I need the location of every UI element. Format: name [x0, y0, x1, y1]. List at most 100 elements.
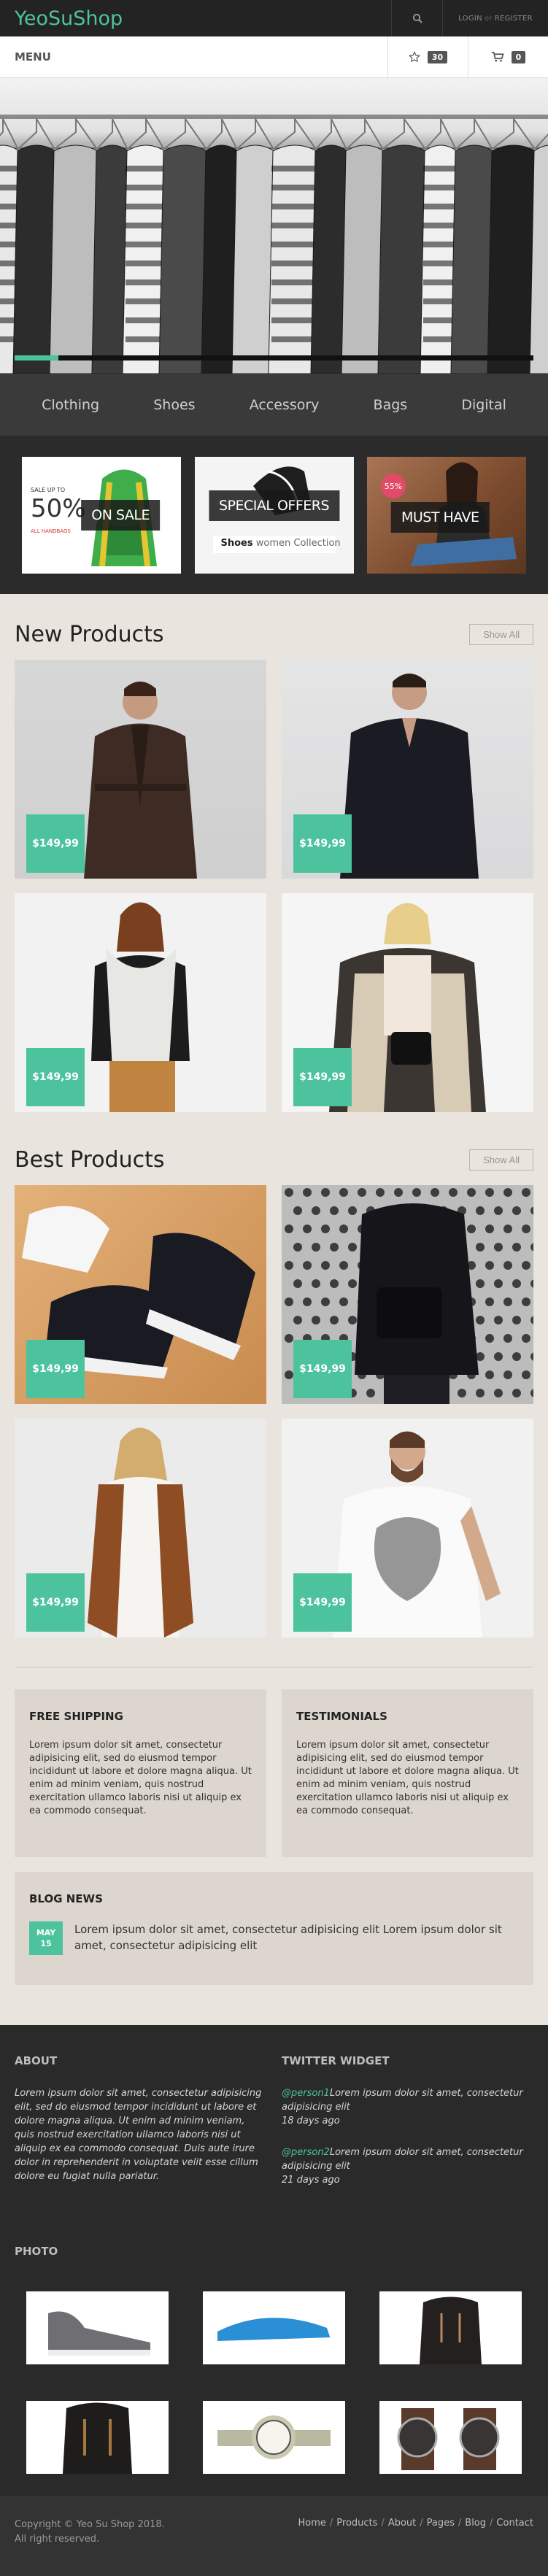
photo-thumb[interactable]	[26, 2291, 169, 2364]
product-price: $149,99	[293, 814, 352, 873]
photo-thumb[interactable]	[379, 2291, 522, 2364]
info-row: FREE SHIPPING Lorem ipsum dolor sit amet…	[0, 1689, 548, 1857]
promo-label-special-offers: SPECIAL OFFERS	[208, 490, 340, 521]
menu-button[interactable]: MENU	[0, 50, 51, 63]
login-link[interactable]: LOGIN	[458, 15, 482, 23]
product-price: $149,99	[26, 814, 85, 873]
testimonials-title: TESTIMONIALS	[296, 1710, 387, 1723]
product-card[interactable]: $149,99	[15, 1185, 266, 1404]
blog-day: 15	[40, 1939, 52, 1948]
product-grid: $149,99 $149,99 $149,99 $149,99	[15, 1185, 533, 1638]
hero-image	[0, 115, 548, 374]
rights-text: All right reserved.	[15, 2534, 100, 2545]
tweet-handle[interactable]: @person2	[282, 2147, 330, 2158]
photo-thumb[interactable]	[379, 2401, 522, 2474]
product-grid: $149,99 $149,99 $149,99 $149,99	[15, 660, 533, 1112]
product-price: $149,99	[26, 1340, 85, 1398]
free-shipping-box: FREE SHIPPING Lorem ipsum dolor sit amet…	[15, 1689, 266, 1857]
promo-special-offers[interactable]: SPECIAL OFFERS Shoes women Collection	[194, 456, 354, 574]
sneaker-image	[48, 2311, 150, 2356]
about-text: Lorem ipsum dolor sit amet, consectetur …	[15, 2088, 262, 2182]
bottom-bar: Copyright © Yeo Su Shop 2018. All right …	[0, 2496, 548, 2576]
link-separator: /	[458, 2518, 462, 2529]
copyright-text: Copyright © Yeo Su Shop 2018.	[15, 2519, 165, 2530]
twitter-title: TWITTER WIDGET	[282, 2054, 390, 2067]
product-price: $149,99	[26, 1573, 85, 1632]
footer-columns: ABOUT Lorem ipsum dolor sit amet, consec…	[15, 2054, 533, 2205]
section-title: New Products	[15, 621, 164, 647]
slider-progress-fill	[15, 355, 59, 360]
loafer-image	[217, 2318, 331, 2346]
footer-link-home[interactable]: Home	[298, 2518, 326, 2529]
top-bar-actions: LOGIN or REGISTER	[391, 0, 548, 36]
promo-must-have[interactable]: 55% MUST HAVE	[367, 456, 526, 574]
star-icon	[409, 51, 420, 62]
product-card[interactable]: $149,99	[282, 893, 533, 1112]
promo-sub: ALL HANDBAGS	[31, 528, 71, 534]
register-link[interactable]: REGISTER	[495, 15, 533, 23]
photo-thumb[interactable]	[203, 2291, 345, 2364]
free-shipping-title: FREE SHIPPING	[29, 1710, 123, 1723]
product-price: $149,99	[293, 1048, 352, 1106]
footer: ABOUT Lorem ipsum dolor sit amet, consec…	[0, 2025, 548, 2496]
promo-tag: SALE UP TO	[31, 487, 65, 493]
login-register: LOGIN or REGISTER	[442, 0, 548, 36]
favorites-button[interactable]: 30	[387, 36, 468, 78]
promo-subtitle-strong: Shoes	[220, 537, 253, 549]
free-shipping-text: Lorem ipsum dolor sit amet, consectetur …	[29, 1740, 252, 1816]
photo-grid	[15, 2277, 533, 2474]
product-card[interactable]: $149,99	[15, 1419, 266, 1638]
tweet: @person1Lorem ipsum dolor sit amet, cons…	[282, 2086, 533, 2128]
product-price: $149,99	[293, 1340, 352, 1398]
tweet: @person2Lorem ipsum dolor sit amet, cons…	[282, 2145, 533, 2187]
product-card[interactable]: $149,99	[282, 660, 533, 879]
product-price: $149,99	[26, 1048, 85, 1106]
category-clothing[interactable]: Clothing	[42, 397, 99, 413]
footer-link-about[interactable]: About	[388, 2518, 416, 2529]
cart-button[interactable]: 0	[468, 36, 548, 78]
link-separator: /	[329, 2518, 333, 2529]
tweet-time: 21 days ago	[282, 2175, 340, 2186]
blog-news-box: BLOG NEWS MAY 15 Lorem ipsum dolor sit a…	[15, 1872, 533, 1985]
show-all-button[interactable]: Show All	[469, 623, 533, 645]
new-products-section: New Products Show All $149,99 $149,99 $1…	[0, 594, 548, 1112]
product-card[interactable]: $149,99	[15, 893, 266, 1112]
category-digital[interactable]: Digital	[461, 397, 506, 413]
footer-link-products[interactable]: Products	[336, 2518, 377, 2529]
product-card[interactable]: $149,99	[15, 660, 266, 879]
promo-subtitle-light: women Collection	[255, 537, 341, 549]
footer-link-pages[interactable]: Pages	[427, 2518, 455, 2529]
promo-badge: 55%	[385, 482, 402, 491]
hero-slider[interactable]	[0, 78, 548, 374]
menu-bar: MENU 30 0	[0, 36, 548, 78]
tweet-time: 18 days ago	[282, 2116, 340, 2126]
link-separator: /	[490, 2518, 493, 2529]
watch-image	[217, 2415, 331, 2459]
promo-label-must-have: MUST HAVE	[390, 501, 490, 533]
promo-on-sale[interactable]: 50% SALE UP TO ALL HANDBAGS ON SALE	[22, 456, 181, 574]
photo-thumb[interactable]	[203, 2401, 345, 2474]
search-button[interactable]	[391, 0, 442, 36]
brand-logo[interactable]: YeoSuShop	[0, 7, 123, 30]
product-card[interactable]: $149,99	[282, 1185, 533, 1404]
photo-thumb[interactable]	[26, 2401, 169, 2474]
promo-label-on-sale: ON SALE	[81, 499, 161, 531]
blog-entry[interactable]: MAY 15 Lorem ipsum dolor sit amet, conse…	[29, 1921, 519, 1955]
footer-link-blog[interactable]: Blog	[465, 2518, 486, 2529]
category-shoes[interactable]: Shoes	[153, 397, 195, 413]
tweet-handle[interactable]: @person1	[282, 2088, 330, 2099]
blog-news-title: BLOG NEWS	[29, 1892, 103, 1905]
slider-progress-track[interactable]	[15, 355, 533, 360]
product-card[interactable]: $149,99	[282, 1419, 533, 1638]
show-all-button[interactable]: Show All	[469, 1149, 533, 1171]
testimonials-box: TESTIMONIALS Lorem ipsum dolor sit amet,…	[282, 1689, 533, 1857]
about-title: ABOUT	[15, 2054, 58, 2067]
category-accessory[interactable]: Accessory	[250, 397, 320, 413]
footer-link-contact[interactable]: Contact	[496, 2518, 533, 2529]
menu-bar-actions: 30 0	[387, 36, 548, 78]
link-separator: /	[420, 2518, 423, 2529]
promo-banners: 50% SALE UP TO ALL HANDBAGS ON SALE SPEC…	[0, 436, 548, 594]
favorites-count: 30	[427, 50, 448, 63]
category-bags[interactable]: Bags	[374, 397, 408, 413]
link-separator: /	[381, 2518, 385, 2529]
